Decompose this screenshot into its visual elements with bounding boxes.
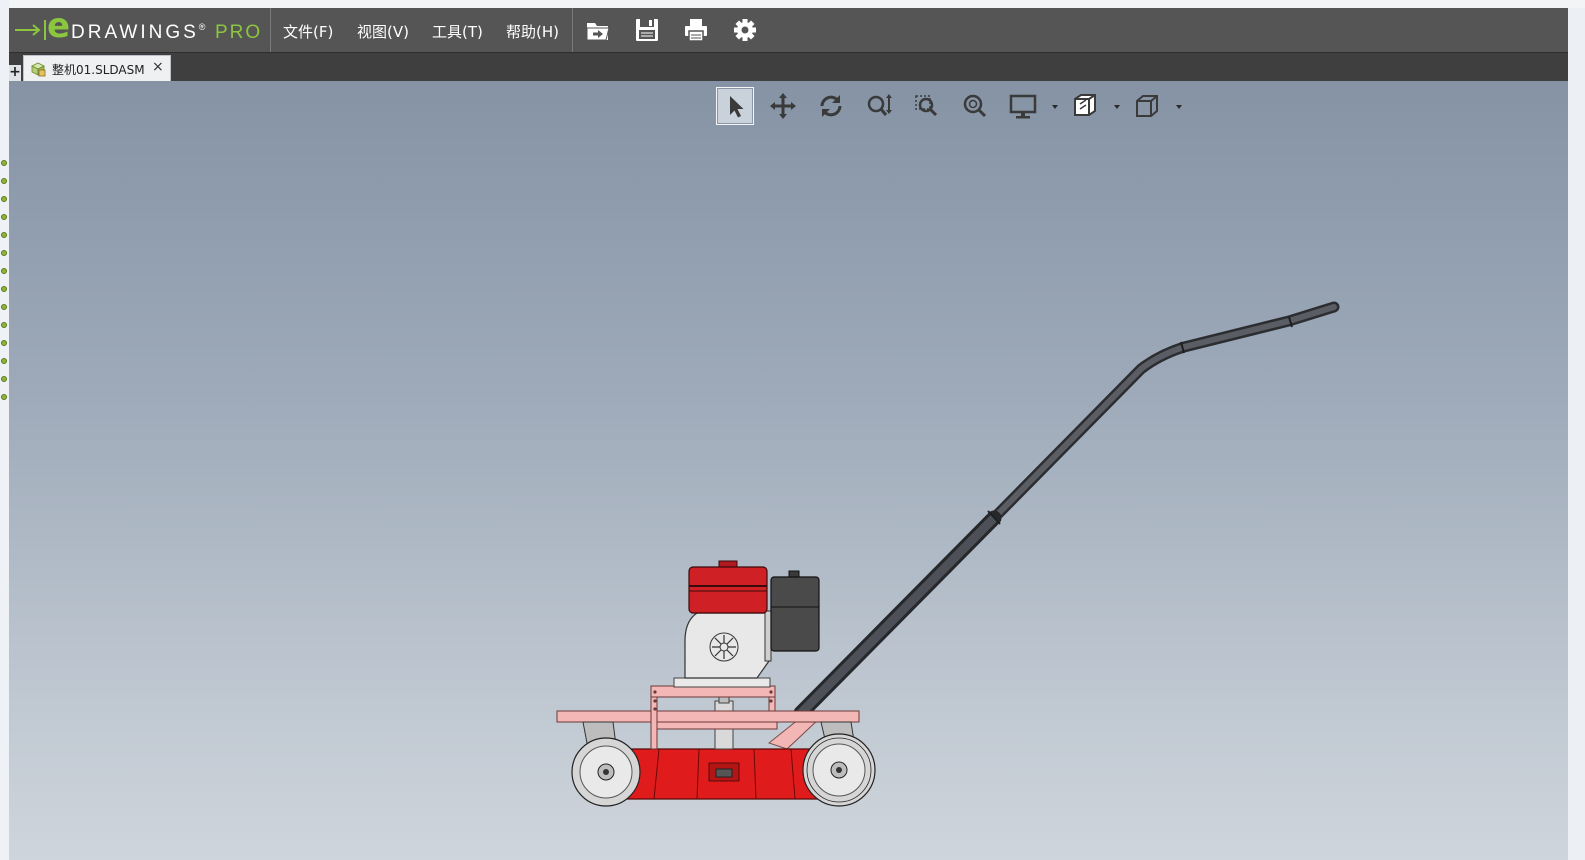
window-right-edge	[1568, 8, 1585, 860]
tree-node-icon	[1, 160, 7, 166]
tree-node-icon	[1, 394, 7, 400]
tree-node-icon	[1, 268, 7, 274]
document-tab-bar: + 整机01.SLDASM ×	[9, 52, 1568, 82]
add-tab-button[interactable]: +	[9, 65, 21, 81]
lawn-mower-model[interactable]	[9, 81, 1568, 860]
logo-suffix: PRO	[215, 22, 263, 43]
tree-node-icon	[1, 358, 7, 364]
tree-node-icon	[1, 232, 7, 238]
menu-file[interactable]: 文件(F)	[283, 21, 333, 42]
menu-separator	[270, 8, 271, 52]
cutter-deck	[615, 748, 833, 800]
tree-node-icon	[1, 304, 7, 310]
close-tab-icon[interactable]: ×	[152, 59, 164, 75]
tab-document[interactable]: 整机01.SLDASM ×	[23, 55, 171, 82]
logo-name: DRAWINGS®	[71, 22, 205, 44]
logo-registered-mark: ®	[198, 22, 206, 32]
handle-bar	[793, 301, 1340, 721]
open-icon[interactable]	[584, 16, 612, 44]
engine	[684, 610, 772, 679]
air-filter	[770, 570, 820, 652]
menu-tools[interactable]: 工具(T)	[432, 21, 483, 42]
menu-view[interactable]: 视图(V)	[357, 21, 409, 42]
logo-arrow-icon	[15, 20, 46, 40]
menu-help[interactable]: 帮助(H)	[506, 21, 559, 42]
tree-node-icon	[1, 178, 7, 184]
tree-node-icon	[1, 214, 7, 220]
logo-name-text: DRAWINGS	[71, 22, 199, 43]
tree-node-icon	[1, 286, 7, 292]
print-icon[interactable]	[682, 16, 710, 44]
tree-node-icon	[1, 250, 7, 256]
save-icon[interactable]	[633, 16, 661, 44]
rear-wheel	[571, 721, 641, 807]
fuel-tank	[688, 560, 768, 614]
logo-e: e	[47, 6, 71, 46]
tree-node-icon	[1, 340, 7, 346]
title-menu-bar: e DRAWINGS® PRO 文件(F) 视图(V) 工具(T) 帮助(H)	[9, 6, 1568, 52]
tree-node-icon	[1, 322, 7, 328]
tree-node-icon	[1, 376, 7, 382]
window-top-edge	[9, 0, 1585, 8]
front-wheel	[802, 721, 876, 807]
menu-separator	[572, 8, 573, 52]
model-viewport[interactable]	[9, 81, 1568, 860]
edrawings-logo: e DRAWINGS® PRO	[15, 6, 265, 46]
assembly-icon	[31, 62, 46, 77]
tree-node-icon	[1, 196, 7, 202]
settings-icon[interactable]	[731, 16, 759, 44]
tab-document-label: 整机01.SLDASM	[52, 63, 145, 77]
edrawings-window: e DRAWINGS® PRO 文件(F) 视图(V) 工具(T) 帮助(H)	[0, 0, 1585, 860]
